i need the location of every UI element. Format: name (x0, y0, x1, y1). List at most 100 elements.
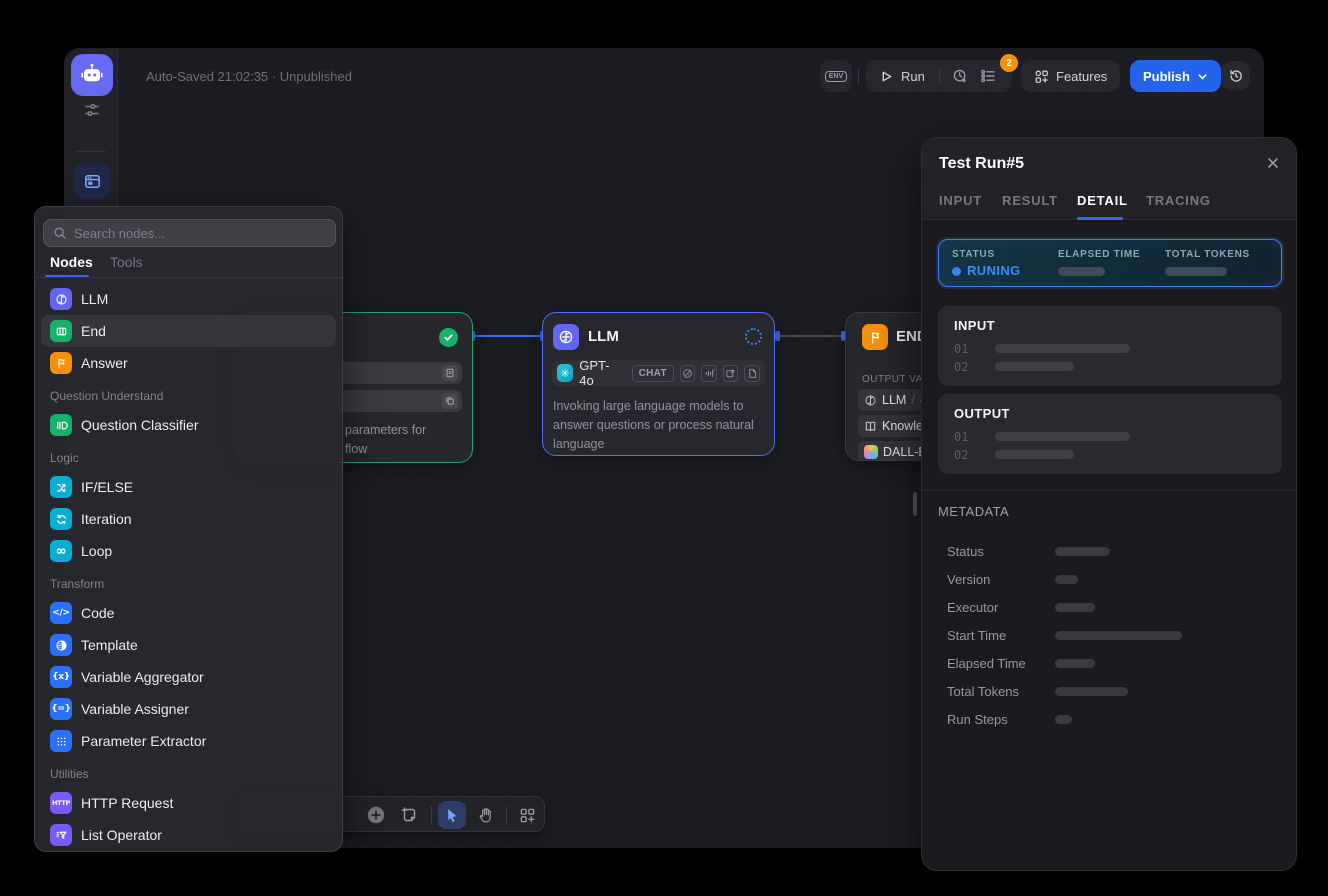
features-label: Features (1056, 69, 1107, 84)
node-item-label: Code (81, 605, 114, 621)
tab-tools[interactable]: Tools (110, 254, 143, 270)
tab-input[interactable]: INPUT (939, 193, 982, 208)
edge-handle (775, 331, 780, 341)
meta-label: Status (947, 544, 984, 559)
tab-tracing[interactable]: TRACING (1146, 193, 1211, 208)
search-icon (53, 226, 67, 240)
separator: / (911, 393, 914, 407)
node-item-answer[interactable]: Answer (41, 347, 336, 379)
toolbar-divider (431, 806, 432, 824)
features-button[interactable]: Features (1021, 60, 1120, 92)
tab-detail[interactable]: DETAIL (1077, 193, 1128, 208)
pointer-tool-button[interactable] (438, 801, 466, 829)
start-node-description: flow (345, 440, 465, 459)
output-card: OUTPUT 01 02 (938, 394, 1282, 474)
node-item-question-classifier[interactable]: Question Classifier (41, 409, 336, 441)
test-run-panel: Test Run#5 INPUT RESULT DETAIL TRACING S… (921, 137, 1297, 871)
node-item-llm[interactable]: LLM (41, 283, 336, 315)
document-capability-icon (744, 365, 760, 382)
skeleton-bar (995, 362, 1074, 371)
skeleton-bar (1055, 547, 1110, 556)
audio-capability-icon (701, 365, 717, 382)
app-logo[interactable] (71, 54, 113, 96)
iteration-icon (50, 508, 72, 530)
node-item-list-operator[interactable]: List Operator (41, 819, 336, 851)
history-icon (1228, 68, 1244, 84)
skeleton-bar (995, 344, 1130, 353)
node-item-template[interactable]: Template (41, 629, 336, 661)
publish-button[interactable]: Publish (1130, 60, 1221, 92)
dalle-icon (864, 445, 878, 459)
workflow-settings-icon[interactable] (82, 100, 102, 120)
model-selector[interactable]: ✳ GPT-4o CHAT (552, 360, 765, 386)
preview-app-button[interactable] (74, 163, 110, 199)
meta-label: Start Time (947, 628, 1006, 643)
meta-label: Run Steps (947, 712, 1008, 727)
node-item-variable-assigner[interactable]: {=} Variable Assigner (41, 693, 336, 725)
skeleton-bar (1055, 659, 1095, 668)
node-group-title: Utilities (35, 757, 342, 787)
tabs-border (35, 277, 342, 278)
end-flag-icon (862, 324, 888, 350)
schedule-icon[interactable] (952, 68, 968, 84)
variable-aggregator-icon: {x} (50, 666, 72, 688)
node-item-if-else[interactable]: IF/ELSE (41, 471, 336, 503)
line-number: 02 (954, 360, 968, 374)
list-operator-icon (50, 824, 72, 846)
openai-icon: ✳ (557, 364, 573, 382)
meta-label: Executor (947, 600, 998, 615)
llm-node[interactable]: LLM ✳ GPT-4o CHAT Invoking large languag… (542, 312, 775, 456)
version-history-button[interactable] (1221, 61, 1250, 90)
image-capability-icon (723, 365, 739, 382)
robot-icon (79, 62, 105, 88)
node-item-code[interactable]: </> Code (41, 597, 336, 629)
node-item-variable-aggregator[interactable]: {x} Variable Aggregator (41, 661, 336, 693)
node-item-label: List Operator (81, 827, 162, 843)
node-item-loop[interactable]: ∞ Loop (41, 535, 336, 567)
tab-nodes[interactable]: Nodes (50, 254, 93, 270)
add-note-button[interactable] (395, 801, 423, 829)
node-item-end[interactable]: End (41, 315, 336, 347)
hand-tool-button[interactable] (471, 801, 499, 829)
total-tokens-label: TOTAL TOKENS (1165, 249, 1250, 260)
copy-icon[interactable] (442, 393, 458, 409)
skeleton-bar (1055, 715, 1072, 724)
node-group-title: Logic (35, 441, 342, 471)
search-input[interactable] (74, 226, 326, 241)
node-item-parameter-extractor[interactable]: Parameter Extractor (41, 725, 336, 757)
node-item-label: End (81, 323, 106, 339)
line-number: 01 (954, 430, 968, 444)
section-divider (922, 490, 1296, 491)
document-icon[interactable] (442, 365, 458, 381)
skeleton-bar (1055, 631, 1182, 640)
node-item-label: Answer (81, 355, 128, 371)
node-item-http-request[interactable]: HTTP HTTP Request (41, 787, 336, 819)
node-item-label: LLM (81, 291, 108, 307)
features-icon (1034, 69, 1049, 84)
loop-icon: ∞ (50, 540, 72, 562)
node-item-label: HTTP Request (81, 795, 173, 811)
checklist-icon[interactable] (980, 68, 996, 84)
line-number: 01 (954, 342, 968, 356)
node-selector-panel: Nodes Tools LLM End Answer Question Unde… (34, 206, 343, 852)
close-icon[interactable] (1266, 156, 1280, 170)
model-name: GPT-4o (579, 358, 619, 388)
run-button[interactable]: Run (866, 69, 925, 84)
skeleton-bar (995, 450, 1074, 459)
node-item-iteration[interactable]: Iteration (41, 503, 336, 535)
panel-resize-handle[interactable] (913, 492, 917, 516)
chevron-down-icon (1197, 71, 1208, 82)
meta-label: Total Tokens (947, 684, 1019, 699)
env-variables-button[interactable]: ENV (820, 60, 852, 92)
add-node-button[interactable] (362, 801, 390, 829)
status-card: STATUS ELAPSED TIME TOTAL TOKENS RUNING (938, 239, 1282, 287)
organize-nodes-button[interactable] (513, 801, 541, 829)
node-item-label: IF/ELSE (81, 479, 133, 495)
end-icon (50, 320, 72, 342)
skeleton-bar (995, 432, 1130, 441)
code-icon: </> (50, 602, 72, 624)
tab-result[interactable]: RESULT (1002, 193, 1058, 208)
run-group-divider (939, 68, 940, 84)
metadata-title: METADATA (938, 504, 1009, 519)
chat-mode-badge: CHAT (632, 365, 674, 382)
